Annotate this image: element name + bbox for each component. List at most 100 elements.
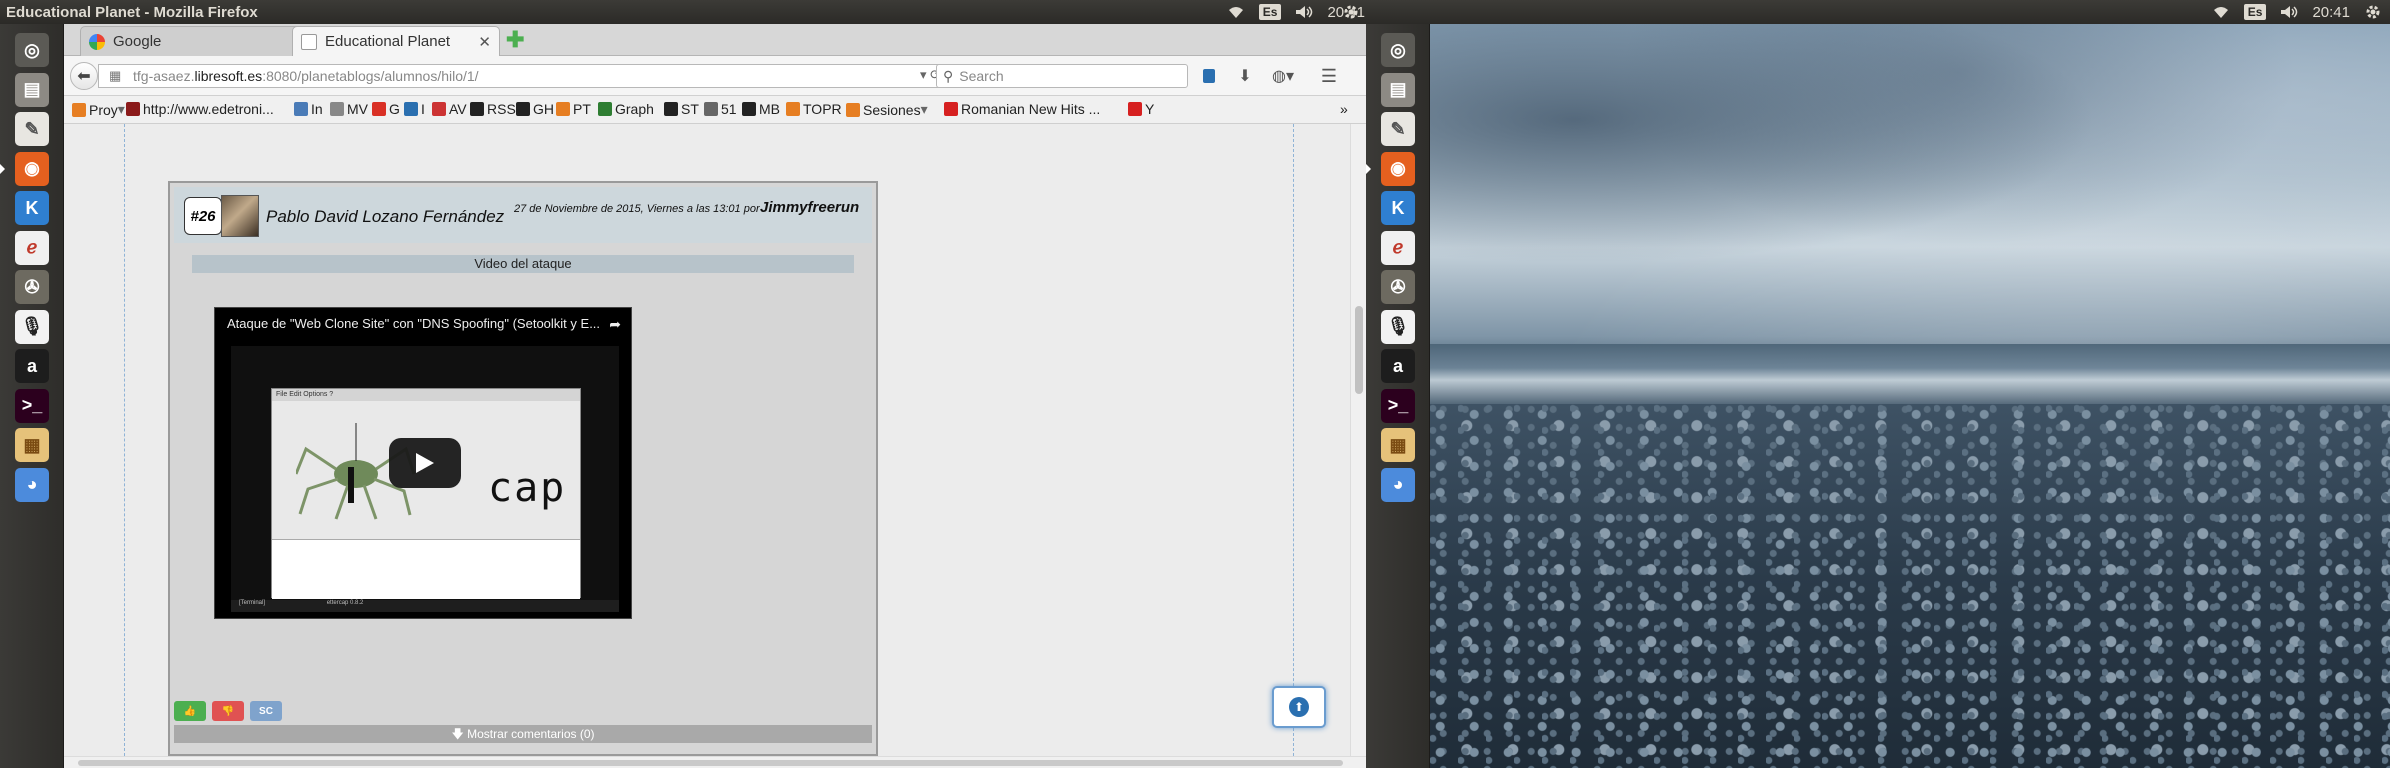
- horizontal-scrollbar[interactable]: [64, 756, 1366, 768]
- launcher-impress-button[interactable]: ▦: [6, 427, 58, 463]
- launcher-dash-button[interactable]: ◎: [1372, 32, 1424, 68]
- volume-icon[interactable]: [1295, 5, 1313, 19]
- play-button[interactable]: [389, 438, 461, 488]
- launcher-amazon-button[interactable]: a: [1372, 348, 1424, 384]
- bookmark-item[interactable]: MV: [330, 101, 368, 117]
- firefox-icon: ◉: [1381, 151, 1415, 186]
- back-button[interactable]: ⬅: [70, 62, 98, 90]
- bookmark-label: PT: [573, 101, 591, 117]
- bookmark-item[interactable]: 51: [704, 101, 737, 117]
- launcher-firefox-button[interactable]: ◉: [6, 151, 58, 187]
- bookmark-item[interactable]: AV: [432, 101, 467, 117]
- firefox-window: Google ✕ Educational Planet ✕ ✚ ⬅ ▦ tfg-…: [64, 24, 1366, 768]
- launcher-audio-recorder-button[interactable]: 🎙: [1372, 309, 1424, 345]
- launcher-text-editor-button[interactable]: ✎: [6, 111, 58, 147]
- library-icon[interactable]: [1198, 66, 1220, 86]
- bookmark-item[interactable]: MB: [742, 101, 780, 117]
- bookmark-item[interactable]: PT: [556, 101, 591, 117]
- launcher-terminal-button[interactable]: >_: [1372, 388, 1424, 424]
- launcher-firefox-button[interactable]: ◉: [1372, 151, 1424, 187]
- settings-gear-icon[interactable]: [1342, 3, 1360, 25]
- settings-gear-icon[interactable]: [2364, 3, 2382, 21]
- dislike-button[interactable]: 👎: [212, 701, 244, 721]
- launcher-chromium-button[interactable]: ◕: [6, 467, 58, 503]
- post-author[interactable]: Pablo David Lozano Fernández: [266, 207, 504, 227]
- close-tab-icon[interactable]: ✕: [478, 33, 491, 51]
- addon-icon[interactable]: ◍▾: [1268, 66, 1298, 86]
- launcher-terminal-button[interactable]: >_: [6, 388, 58, 424]
- forum-post: #26 Pablo David Lozano Fernández 27 de N…: [168, 181, 878, 756]
- bookmark-item[interactable]: Y: [1128, 101, 1154, 117]
- bookmarks-overflow-button[interactable]: »: [1340, 101, 1348, 117]
- wifi-icon[interactable]: [2212, 5, 2230, 19]
- launcher-files-button[interactable]: ▤: [6, 72, 58, 108]
- launcher-text-editor-button[interactable]: ✎: [1372, 111, 1424, 147]
- clock[interactable]: 20:41: [2312, 4, 2350, 21]
- bookmark-item[interactable]: In: [294, 101, 323, 117]
- show-comments-button[interactable]: 🡇 Mostrar comentarios (0): [174, 725, 872, 743]
- bookmark-item[interactable]: Proy ▾: [72, 101, 125, 118]
- launcher-files-button[interactable]: ▤: [1372, 72, 1424, 108]
- menu-icon[interactable]: ☰: [1318, 66, 1340, 86]
- bookmarks-toolbar: Proy ▾ http://www.edetroni... In MV G I AV RSS G…: [64, 96, 1366, 124]
- post-username[interactable]: Jimmyfreerun: [760, 199, 859, 216]
- wifi-icon[interactable]: [1227, 5, 1245, 19]
- new-tab-icon[interactable]: ✚: [506, 29, 524, 51]
- launcher-gimp-button[interactable]: ✇: [6, 269, 58, 305]
- downloads-icon[interactable]: ⬇: [1234, 66, 1256, 86]
- site-identity-icon[interactable]: ▦: [109, 68, 133, 84]
- bookmark-item[interactable]: Romanian New Hits ...: [944, 101, 1100, 117]
- youtube-video-player[interactable]: File Edit Options ? cap [Terminal] etter…: [214, 307, 632, 619]
- scrollbar-thumb[interactable]: [1355, 306, 1363, 394]
- keyboard-layout-indicator[interactable]: Es: [2243, 4, 2267, 20]
- search-bar[interactable]: ⚲ Search: [936, 64, 1188, 88]
- launcher-kde-connect-button[interactable]: K: [6, 190, 58, 226]
- video-title[interactable]: Ataque de "Web Clone Site" con "DNS Spoo…: [227, 316, 607, 331]
- url-bar[interactable]: ▦ tfg-asaez. libresoft.es:8080/planetablo…: [98, 64, 948, 88]
- window-title: Educational Planet - Mozilla Firefox: [6, 3, 258, 21]
- launcher-impress-button[interactable]: ▦: [1372, 427, 1424, 463]
- back-arrow-icon: ⬅: [77, 68, 91, 85]
- terminal-icon: >_: [1381, 388, 1415, 423]
- bookmark-item[interactable]: Graph: [598, 101, 654, 117]
- chevron-down-icon: ▾: [117, 101, 125, 117]
- launcher-kde-connect-button[interactable]: K: [1372, 190, 1424, 226]
- bookmark-item[interactable]: ST: [664, 101, 699, 117]
- soundcloud-button[interactable]: SC: [250, 701, 282, 721]
- text-editor-icon: ✎: [1381, 112, 1415, 146]
- bookmark-favicon-icon: [664, 102, 678, 116]
- bookmark-favicon-icon: [846, 102, 860, 117]
- share-icon[interactable]: ➦: [609, 316, 621, 333]
- layout-guide-right: [1293, 124, 1294, 756]
- bookmark-label: RSS: [487, 101, 516, 117]
- bookmark-item[interactable]: TOPR: [786, 101, 842, 117]
- launcher-chromium-button[interactable]: ◕: [1372, 467, 1424, 503]
- search-input[interactable]: Search: [959, 68, 1003, 84]
- launcher-evince-button[interactable]: ℯ: [6, 230, 58, 266]
- like-button[interactable]: 👍: [174, 701, 206, 721]
- tab-educational-planet[interactable]: Educational Planet ✕: [292, 26, 500, 56]
- arrow-down-icon: 🡇: [451, 727, 468, 741]
- wallpaper-clouds: [1430, 24, 2390, 344]
- launcher-amazon-button[interactable]: a: [6, 348, 58, 384]
- bookmark-item[interactable]: G: [372, 101, 400, 117]
- scrollbar-thumb[interactable]: [78, 760, 1343, 766]
- bookmark-item[interactable]: RSS: [470, 101, 516, 117]
- launcher-dash-button[interactable]: ◎: [6, 32, 58, 68]
- launcher-gimp-button[interactable]: ✇: [1372, 269, 1424, 305]
- vertical-scrollbar[interactable]: [1350, 124, 1366, 756]
- bookmark-item[interactable]: I: [404, 101, 425, 117]
- keyboard-layout-indicator[interactable]: Es: [1258, 4, 1282, 20]
- bookmark-item[interactable]: GH: [516, 101, 554, 117]
- post-title[interactable]: Video del ataque: [192, 255, 854, 273]
- bookmark-favicon-icon: [516, 102, 530, 116]
- bookmark-item[interactable]: Sesiones ▾: [846, 101, 928, 118]
- wallpaper-beach: [1430, 404, 2390, 768]
- unity-launcher-left: ◎ ▤ ✎ ◉ Kℯ ✇ 🎙 a >_ ▦ ◕: [0, 24, 64, 768]
- launcher-audio-recorder-button[interactable]: 🎙: [6, 309, 58, 345]
- volume-icon[interactable]: [2280, 5, 2298, 19]
- launcher-evince-button[interactable]: ℯ: [1372, 230, 1424, 266]
- bookmark-item[interactable]: http://www.edetroni...: [126, 101, 274, 117]
- scroll-to-top-button[interactable]: ⬆: [1272, 686, 1326, 728]
- bookmark-label: Sesiones: [863, 101, 921, 118]
